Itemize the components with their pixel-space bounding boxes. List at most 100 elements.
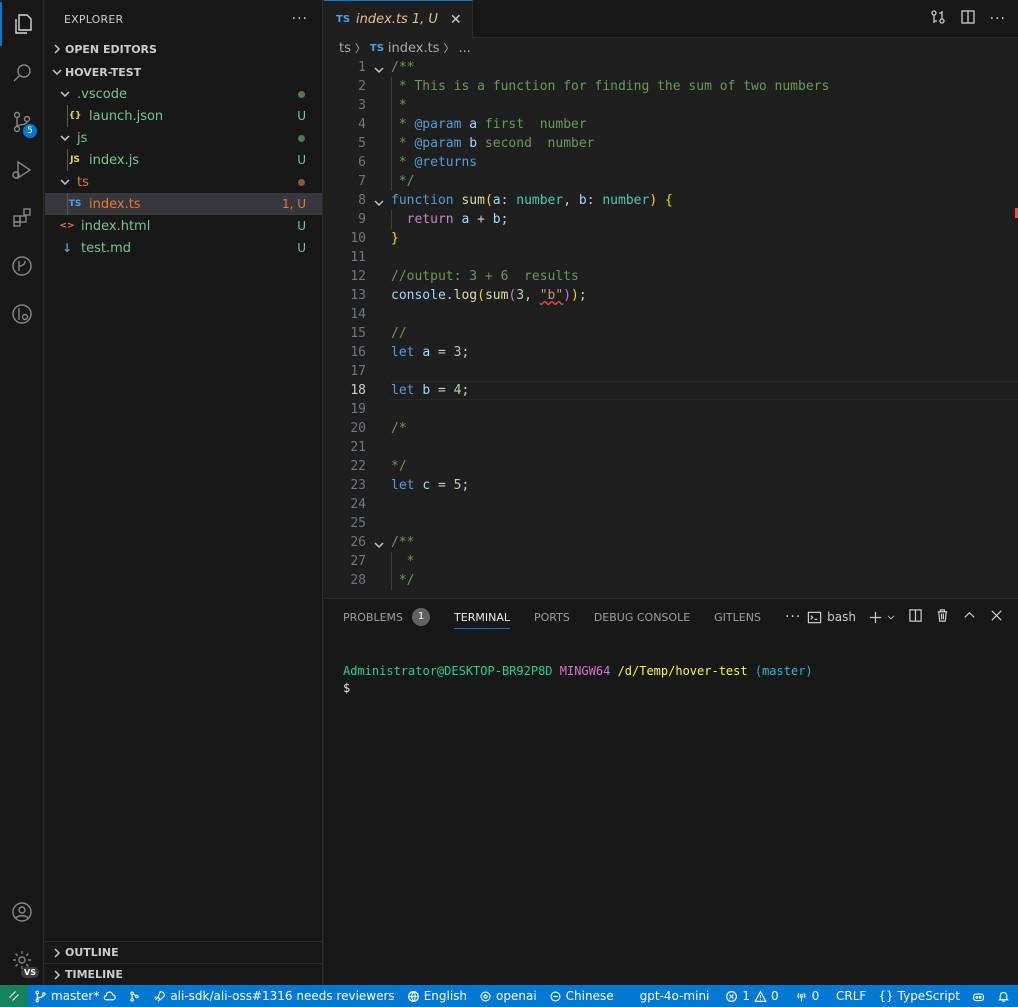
prompt-system: MINGW64 bbox=[559, 664, 611, 678]
tree-file-index-ts[interactable]: TS index.ts 1, U bbox=[45, 193, 322, 215]
tree-file-test-md[interactable]: ↓ test.md U bbox=[45, 237, 322, 259]
chevron-right-icon: 〉 bbox=[354, 42, 366, 55]
ts-file-icon: TS bbox=[68, 199, 82, 209]
tab-debug-console[interactable]: DEBUG CONSOLE bbox=[594, 599, 690, 635]
code-line-21: 21 bbox=[350, 440, 366, 455]
ports-status[interactable]: 0 bbox=[785, 989, 826, 1003]
code-line-12: 12//output: 3 + 6 results bbox=[350, 269, 579, 284]
tab-terminal[interactable]: TERMINAL bbox=[454, 599, 510, 635]
code-line-5: 5 * @param b second number bbox=[358, 136, 595, 151]
maximize-panel-icon[interactable] bbox=[962, 608, 977, 626]
fold-chevron-icon[interactable] bbox=[374, 537, 385, 549]
broadcast-icon bbox=[797, 992, 806, 1001]
explorer-more-icon[interactable]: ··· bbox=[292, 11, 308, 27]
copilot-status[interactable] bbox=[966, 990, 991, 1003]
split-terminal-icon[interactable] bbox=[908, 608, 923, 626]
code-line-3: 3 * bbox=[358, 98, 407, 113]
close-icon[interactable]: ✕ bbox=[450, 12, 462, 28]
bell-icon bbox=[998, 991, 1009, 1002]
openai-status[interactable]: openai bbox=[473, 989, 543, 1003]
code-editor[interactable]: 1/** 2 * This is a function for finding … bbox=[324, 58, 1018, 598]
outline-header[interactable]: OUTLINE bbox=[45, 941, 322, 963]
breadcrumb-folder[interactable]: ts bbox=[339, 41, 351, 56]
status-bar: master* ali-sdk/ali-oss#1316 needs revie… bbox=[0, 985, 1018, 1007]
chevron-right-icon bbox=[49, 945, 65, 961]
code-line-23: 23 let c = 5; bbox=[350, 478, 470, 493]
code-line-11: 11 bbox=[350, 250, 366, 265]
branch-indicator[interactable]: master* bbox=[28, 989, 122, 1003]
more-actions-icon[interactable]: ··· bbox=[990, 11, 1006, 27]
problems-status[interactable]: 1 0 bbox=[719, 989, 784, 1003]
fold-chevron-icon[interactable] bbox=[374, 195, 385, 207]
code-line-26: 26/** bbox=[350, 535, 415, 550]
compare-changes-icon[interactable] bbox=[930, 9, 946, 29]
explorer-sidebar: EXPLORER ··· OPEN EDITORS HOVER-TEST .vs… bbox=[45, 0, 323, 985]
tab-ports[interactable]: PORTS bbox=[534, 599, 570, 635]
notifications-status[interactable] bbox=[991, 990, 1018, 1003]
code-line-24: 24 bbox=[350, 497, 366, 512]
explorer-icon[interactable] bbox=[0, 2, 44, 46]
terminal-output[interactable]: Administrator@DESKTOP-BR92P8D MINGW64 /d… bbox=[343, 663, 813, 697]
git-status: U bbox=[297, 241, 306, 255]
remote-indicator[interactable] bbox=[0, 985, 28, 1007]
prompt-path: /d/Temp/hover-test bbox=[617, 664, 748, 678]
search-icon[interactable] bbox=[0, 51, 44, 95]
gitlens-graph-button[interactable] bbox=[122, 990, 147, 1003]
source-control-icon[interactable]: 5 bbox=[0, 100, 44, 144]
scm-badge: 5 bbox=[23, 124, 37, 138]
run-debug-icon[interactable] bbox=[0, 148, 44, 192]
gitlens-inspect-icon[interactable] bbox=[0, 292, 44, 336]
code-line-18: 18 let b = 4; bbox=[350, 383, 470, 398]
pull-request-status[interactable]: ali-sdk/ali-oss#1316 needs reviewers bbox=[147, 989, 400, 1003]
timeline-header[interactable]: TIMELINE bbox=[45, 963, 322, 985]
ts-file-icon: TS bbox=[336, 14, 351, 25]
trash-icon[interactable] bbox=[935, 608, 950, 626]
new-terminal-icon[interactable] bbox=[868, 610, 896, 625]
code-line-2: 2 * This is a function for finding the s… bbox=[358, 79, 830, 94]
breadcrumb: ts 〉 TS index.ts 〉 ... bbox=[324, 38, 1018, 58]
account-icon[interactable] bbox=[0, 890, 44, 934]
git-status: 1, U bbox=[281, 197, 306, 211]
manage-gear-icon[interactable]: VS bbox=[0, 938, 44, 982]
tree-file-launch-json[interactable]: {} launch.json U bbox=[45, 105, 322, 127]
chevron-down-icon bbox=[57, 130, 73, 146]
code-line-9: 9 return a + b; bbox=[358, 212, 509, 227]
breadcrumb-more[interactable]: ... bbox=[458, 41, 470, 56]
terminal-shell-selector[interactable]: bash bbox=[807, 610, 856, 625]
model-status[interactable]: gpt-4o-mini bbox=[620, 989, 720, 1003]
code-line-17: 17 bbox=[350, 364, 366, 379]
eol-status[interactable]: CRLF bbox=[830, 989, 872, 1003]
fold-chevron-icon[interactable] bbox=[374, 62, 385, 74]
code-line-8: 8 function sum(a: number, b: number) { bbox=[358, 193, 673, 208]
tree-file-index-html[interactable]: <> index.html U bbox=[45, 215, 322, 237]
code-line-25: 25 bbox=[350, 516, 366, 531]
tab-gitlens[interactable]: GITLENS bbox=[714, 599, 761, 635]
panel-more-icon[interactable]: ··· bbox=[785, 609, 801, 625]
tree-folder-js[interactable]: js bbox=[45, 127, 322, 149]
tree-file-index-js[interactable]: JS index.js U bbox=[45, 149, 322, 171]
editor-area: TS index.ts 1, U ✕ ··· ts 〉 TS index.ts … bbox=[324, 0, 1018, 598]
tree-folder-ts[interactable]: ts bbox=[45, 171, 322, 193]
code-line-4: 4 * @param a first number bbox=[358, 117, 587, 132]
gitlens-icon[interactable] bbox=[0, 244, 44, 288]
git-status: U bbox=[297, 153, 306, 167]
breadcrumb-file[interactable]: index.ts bbox=[388, 41, 440, 56]
tree-folder-vscode[interactable]: .vscode bbox=[45, 83, 322, 105]
open-editors-header[interactable]: OPEN EDITORS bbox=[45, 38, 322, 60]
status-dot bbox=[298, 134, 305, 142]
language-mode-status[interactable]: {} TypeScript bbox=[872, 989, 966, 1003]
translate-language-status[interactable]: Chinese bbox=[543, 989, 620, 1003]
braces-icon: {} bbox=[878, 989, 894, 1003]
code-line-22: 22 */ bbox=[350, 459, 407, 474]
tab-index-ts[interactable]: TS index.ts 1, U ✕ bbox=[324, 0, 473, 38]
split-editor-icon[interactable] bbox=[960, 9, 976, 29]
code-line-14: 14 bbox=[350, 307, 366, 322]
error-squiggle[interactable]: "b" bbox=[540, 288, 563, 303]
language-ui-status[interactable]: English bbox=[401, 989, 473, 1003]
markdown-file-icon: ↓ bbox=[61, 241, 73, 255]
close-panel-icon[interactable] bbox=[989, 608, 1004, 626]
project-header[interactable]: HOVER-TEST bbox=[45, 61, 322, 83]
tab-problems[interactable]: PROBLEMS 1 bbox=[343, 599, 431, 635]
extensions-icon[interactable] bbox=[0, 196, 44, 240]
chevron-down-icon bbox=[57, 174, 73, 190]
